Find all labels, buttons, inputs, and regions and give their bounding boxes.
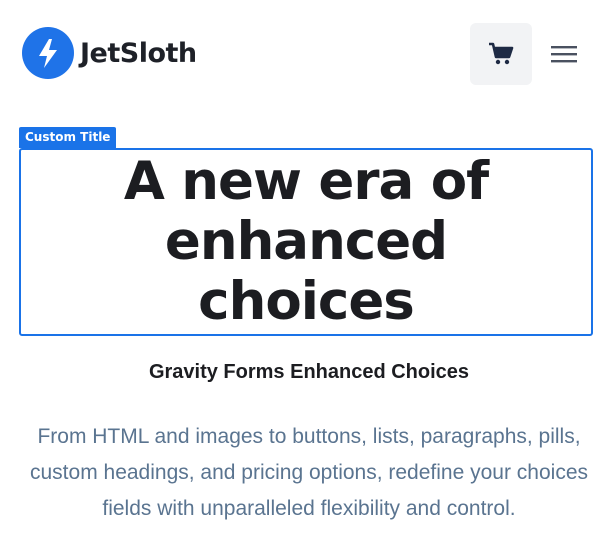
hero-subtitle: Gravity Forms Enhanced Choices <box>148 361 470 383</box>
custom-title-block[interactable]: A new era of enhanced choices <box>19 148 593 336</box>
custom-title-tag[interactable]: Custom Title <box>19 127 117 148</box>
brand-logo[interactable]: JetSloth <box>22 27 197 79</box>
menu-button[interactable] <box>548 38 580 70</box>
logo-text: JetSloth <box>80 37 197 69</box>
cart-icon <box>489 42 514 65</box>
hero-description: From HTML and images to buttons, lists, … <box>30 425 588 520</box>
hamburger-menu-icon <box>551 46 577 63</box>
lightning-bolt-icon <box>22 27 74 79</box>
hero-title: A new era of enhanced choices <box>123 151 489 332</box>
cart-button[interactable] <box>470 23 532 85</box>
